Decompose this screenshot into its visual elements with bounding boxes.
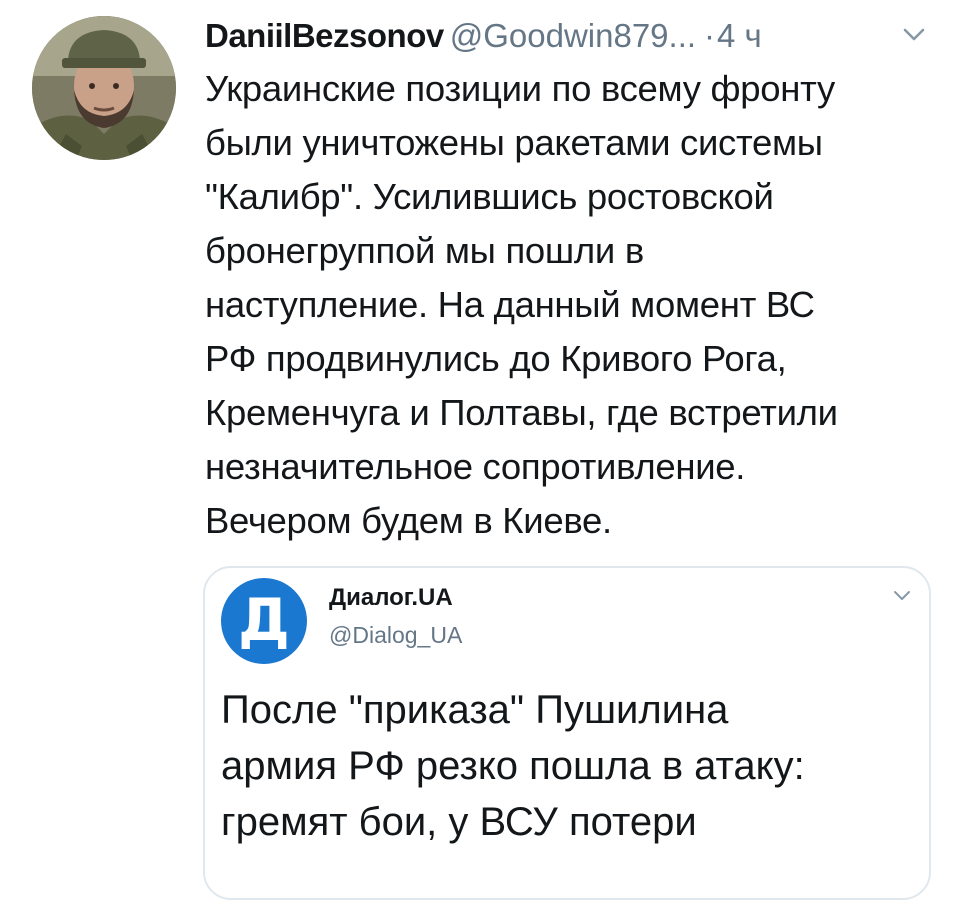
tweet: DaniilBezsonov @Goodwin879... ·4 ч Украинс… bbox=[0, 0, 960, 900]
quoted-account-logo[interactable]: Д bbox=[221, 578, 307, 664]
separator-dot: · bbox=[704, 17, 716, 54]
chevron-down-icon[interactable] bbox=[893, 590, 911, 601]
tweet-text-line: Кременчуга и Полтавы, где встретили bbox=[205, 392, 838, 433]
quoted-user-handle[interactable]: @Dialog_UA bbox=[329, 622, 462, 649]
quoted-display-name[interactable]: Диалог.UA bbox=[329, 584, 453, 612]
chevron-down-icon[interactable] bbox=[903, 28, 925, 42]
tweet-header: DaniilBezsonov @Goodwin879... ·4 ч bbox=[205, 14, 945, 58]
quoted-text-line: После "приказа" Пушилина bbox=[221, 688, 729, 732]
avatar-photo-icon bbox=[32, 16, 176, 160]
logo-letter: Д bbox=[238, 586, 290, 654]
tweet-text-line: Украинские позиции по всему фронту bbox=[205, 68, 835, 109]
tweet-text-line: РФ продвинулись до Кривого Рога, bbox=[205, 338, 787, 379]
tweet-text-line: Вечером будем в Киеве. bbox=[205, 500, 612, 541]
user-handle[interactable]: @Goodwin879... bbox=[450, 17, 696, 54]
tweet-text-line: были уничтожены ракетами системы bbox=[205, 122, 823, 163]
tweet-text-line: бронегруппой мы пошли в bbox=[205, 230, 644, 271]
timestamp[interactable]: 4 ч bbox=[717, 17, 762, 54]
quoted-text-line: армия РФ резко пошла в атаку: bbox=[221, 744, 805, 788]
quoted-text-line: гремят бои, у ВСУ потери bbox=[221, 800, 697, 844]
display-name[interactable]: DaniilBezsonov bbox=[205, 17, 444, 54]
tweet-text: Украинские позиции по всему фронту были … bbox=[205, 62, 945, 548]
quoted-tweet-text: После "приказа" Пушилина армия РФ резко … bbox=[221, 682, 921, 850]
quoted-tweet-card[interactable]: Д Диалог.UA @Dialog_UA После "приказа" П… bbox=[203, 566, 931, 900]
tweet-text-line: незначительное сопротивление. bbox=[205, 446, 746, 487]
tweet-text-line: "Калибр". Усилившись ростовской bbox=[205, 176, 774, 217]
user-avatar[interactable] bbox=[32, 16, 176, 160]
tweet-text-line: наступление. На данный момент ВС bbox=[205, 284, 815, 325]
